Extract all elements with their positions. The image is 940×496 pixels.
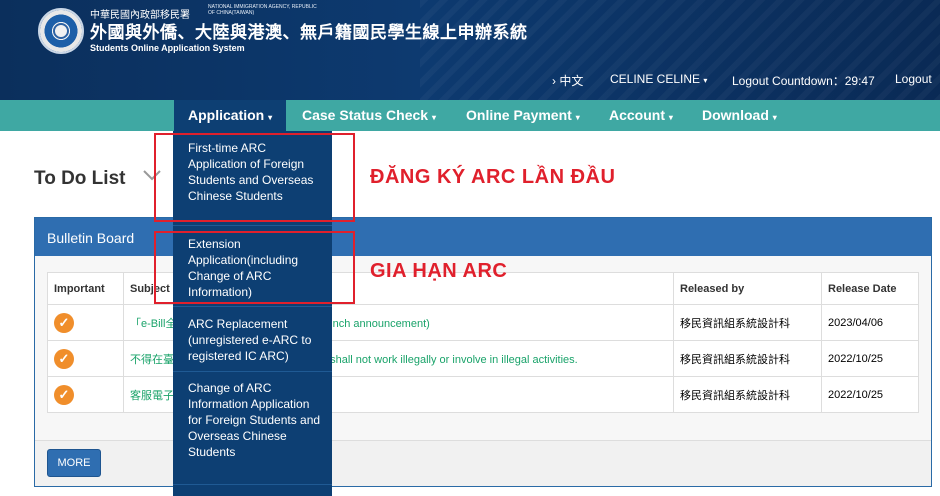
- caret-down-icon: ▾: [668, 113, 673, 122]
- caret-down-icon: ▾: [431, 113, 436, 122]
- subject-link[interactable]: 不得在臺: [130, 354, 174, 366]
- more-button[interactable]: MORE: [47, 449, 101, 477]
- release-date-cell: 2023/04/06: [821, 304, 919, 341]
- logout-countdown: Logout Countdown：29:47: [732, 72, 875, 89]
- highlight-box-extension: [154, 231, 355, 304]
- release-date-cell: 2022/10/25: [821, 340, 919, 377]
- menu-online-payment[interactable]: Online Payment ▾: [452, 100, 594, 131]
- annotation-extension-arc: GIA HẠN ARC: [370, 260, 508, 282]
- menu-account-label: Account: [609, 107, 665, 123]
- dropdown-item-change-of-arc[interactable]: Change of ARC Information Application fo…: [173, 380, 332, 460]
- site-header: 中華民國內政部移民署 NATIONAL IMMIGRATION AGENCY, …: [0, 0, 940, 100]
- important-cell: ✓: [47, 304, 124, 341]
- released-by-cell: 移民資訊組系統設計科: [673, 376, 822, 413]
- subject-link[interactable]: 「e-Bill全: [130, 318, 176, 330]
- site-title: 外國與外僑、大陸與港澳、無戶籍國民學生線上申辦系統: [90, 23, 528, 42]
- countdown-label: Logout Countdown：: [732, 74, 845, 88]
- important-cell: ✓: [47, 340, 124, 377]
- todo-list-title: To Do List: [34, 168, 126, 189]
- highlight-box-first-time: [154, 133, 355, 222]
- dropdown-divider: [173, 484, 332, 485]
- agency-emblem-logo: [38, 8, 84, 54]
- released-by-cell: 移民資訊組系統設計科: [673, 304, 822, 341]
- caret-down-icon: ▾: [703, 76, 708, 85]
- subject-link[interactable]: 客服電子: [130, 390, 174, 402]
- caret-down-icon: ▾: [772, 113, 777, 122]
- caret-down-icon: ▾: [268, 113, 273, 122]
- menu-application[interactable]: Application ▾: [174, 100, 287, 131]
- main-menu-bar: Application ▾ Case Status Check ▾ Online…: [0, 100, 940, 131]
- check-circle-icon: ✓: [54, 348, 74, 369]
- important-cell: ✓: [47, 376, 124, 413]
- menu-account[interactable]: Account ▾: [595, 100, 687, 131]
- language-switch[interactable]: › 中文: [552, 72, 583, 89]
- menu-online-payment-label: Online Payment: [466, 107, 572, 123]
- dropdown-divider: [173, 371, 332, 372]
- dropdown-divider: [173, 306, 332, 307]
- site-subtitle: Students Online Application System: [90, 43, 245, 53]
- menu-case-status-label: Case Status Check: [302, 107, 429, 123]
- logout-link[interactable]: Logout: [895, 72, 932, 86]
- subject-link-tail[interactable]: t shall not work illegally or involve in…: [324, 354, 578, 366]
- menu-application-label: Application: [188, 107, 265, 123]
- dropdown-item-arc-replacement[interactable]: ARC Replacement (unregistered e-ARC to r…: [173, 316, 332, 364]
- check-circle-icon: ✓: [54, 384, 74, 405]
- user-menu[interactable]: CELINE CELINE ▾: [610, 72, 707, 86]
- user-name: CELINE CELINE: [610, 72, 701, 86]
- check-circle-icon: ✓: [54, 312, 74, 333]
- subject-link-tail[interactable]: unch announcement): [326, 318, 429, 330]
- column-header-important: Important: [47, 272, 124, 305]
- release-date-cell: 2022/10/25: [821, 376, 919, 413]
- menu-download[interactable]: Download ▾: [688, 100, 791, 131]
- released-by-cell: 移民資訊組系統設計科: [673, 340, 822, 377]
- menu-case-status-check[interactable]: Case Status Check ▾: [288, 100, 450, 131]
- dropdown-divider: [173, 225, 332, 226]
- caret-down-icon: ▾: [575, 113, 580, 122]
- menu-download-label: Download: [702, 107, 769, 123]
- bulletin-board-footer: MORE: [35, 440, 931, 486]
- countdown-value: 29:47: [844, 74, 875, 88]
- annotation-first-time-arc: ĐĂNG KÝ ARC LẦN ĐẦU: [370, 166, 616, 188]
- column-header-released-by: Released by: [673, 272, 822, 305]
- agency-name-en: NATIONAL IMMIGRATION AGENCY, REPUBLIC OF…: [208, 4, 317, 16]
- column-header-release-date: Release Date: [821, 272, 919, 305]
